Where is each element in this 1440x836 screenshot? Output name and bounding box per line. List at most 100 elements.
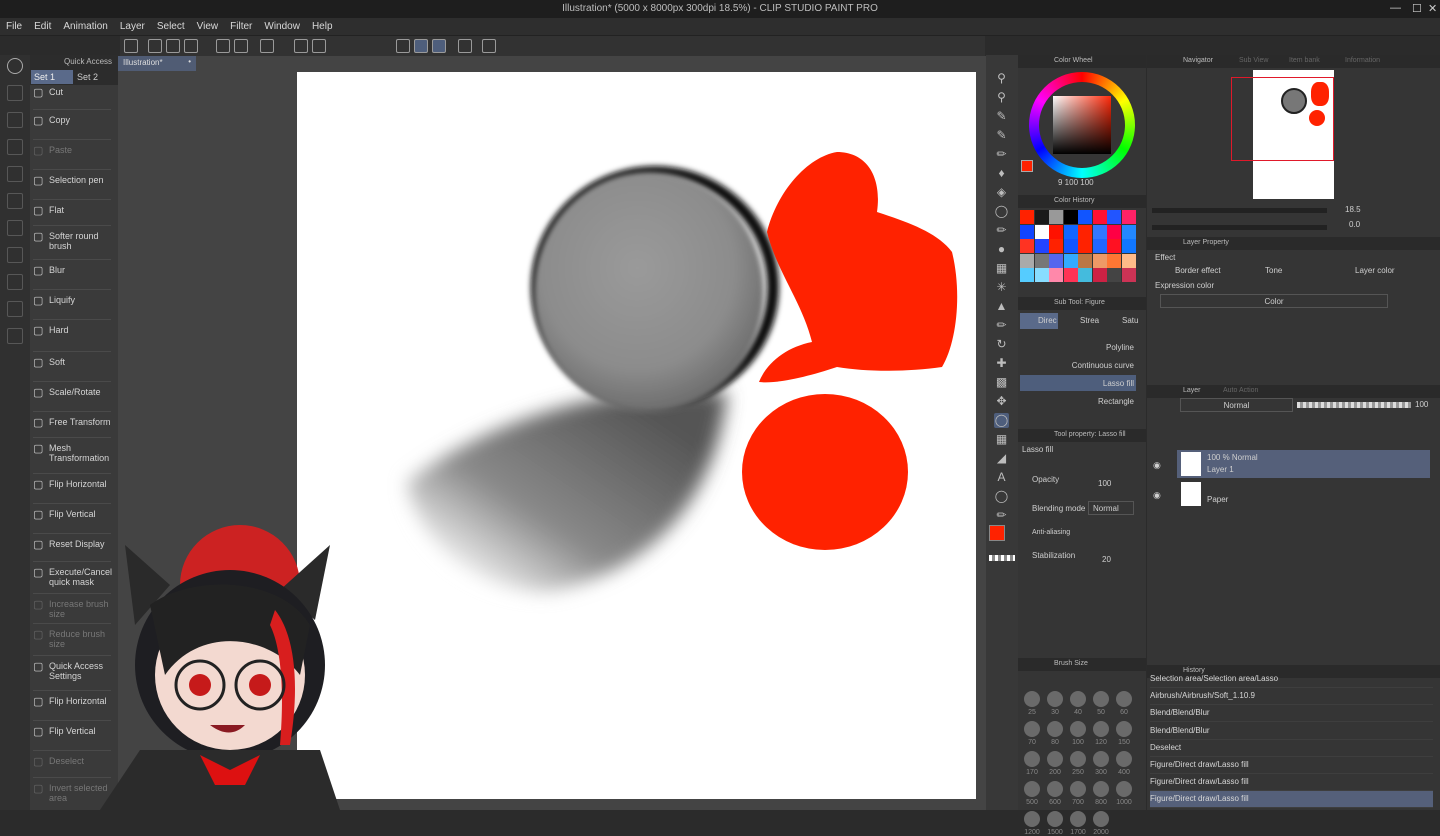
- color-history-swatch[interactable]: [1034, 224, 1049, 239]
- color-history-swatch[interactable]: [1107, 268, 1121, 282]
- menu-file[interactable]: File: [0, 18, 28, 32]
- zoom-icon[interactable]: ⚲: [994, 71, 1009, 86]
- history-item[interactable]: Blend/Blend/Blur: [1150, 705, 1433, 723]
- figure-tool-icon[interactable]: ◯: [994, 413, 1009, 428]
- tab-navigator[interactable]: Navigator: [1183, 57, 1213, 64]
- airbrush-icon[interactable]: ♦: [994, 166, 1009, 181]
- color-history-swatch[interactable]: [1020, 268, 1034, 282]
- fill-icon[interactable]: [294, 39, 308, 53]
- brush-size-preset[interactable]: [1116, 781, 1132, 797]
- text-icon[interactable]: A: [994, 470, 1009, 485]
- sparkle-icon[interactable]: ✳: [994, 280, 1009, 295]
- help-icon[interactable]: [482, 39, 496, 53]
- color-history-swatch[interactable]: [1121, 268, 1136, 282]
- settings-gear-icon[interactable]: [260, 39, 274, 53]
- move-icon[interactable]: ✚: [994, 356, 1009, 371]
- grid-icon[interactable]: ▦: [994, 261, 1009, 276]
- tone-button[interactable]: Tone: [1251, 265, 1333, 279]
- color-history-swatch[interactable]: [1049, 253, 1063, 268]
- brush-size-preset[interactable]: [1116, 721, 1132, 737]
- expression-color-select[interactable]: Color: [1160, 294, 1388, 308]
- layer-opacity-slider[interactable]: [1297, 402, 1411, 408]
- eraser-icon[interactable]: ◈: [994, 185, 1009, 200]
- tab-layer[interactable]: Layer: [1183, 387, 1201, 394]
- brush-tool-icon[interactable]: [432, 39, 446, 53]
- eye-icon[interactable]: ◉: [1153, 460, 1161, 471]
- gradient-icon[interactable]: ▩: [994, 375, 1009, 390]
- menu-layer[interactable]: Layer: [114, 18, 151, 32]
- brush-size-preset[interactable]: [1093, 751, 1109, 767]
- color-history-swatch[interactable]: [1107, 253, 1121, 268]
- brush-size-preset[interactable]: [1070, 691, 1086, 707]
- tab-information[interactable]: Information: [1345, 57, 1380, 64]
- color-history-swatch[interactable]: [1063, 210, 1078, 224]
- color-history-swatch[interactable]: [1078, 224, 1092, 239]
- fill-bucket-icon[interactable]: ▲: [994, 299, 1009, 314]
- brush-size-preset[interactable]: [1047, 811, 1063, 827]
- history-item[interactable]: Figure/Direct draw/Lasso fill: [1150, 757, 1433, 774]
- lasso-icon[interactable]: ◯: [994, 204, 1009, 219]
- brush-size-preset[interactable]: [1024, 751, 1040, 767]
- pen-tool-icon[interactable]: [414, 39, 428, 53]
- brush-size-preset[interactable]: [1047, 751, 1063, 767]
- history-item[interactable]: Deselect: [1150, 740, 1433, 757]
- layer-opacity-value[interactable]: 100: [1415, 400, 1428, 409]
- tab-set-2[interactable]: Set 2: [74, 70, 116, 84]
- brush-size-preset[interactable]: [1070, 721, 1086, 737]
- brush-icon[interactable]: ✏: [994, 147, 1009, 162]
- color-history-swatch[interactable]: [1049, 268, 1063, 282]
- panel-icon[interactable]: [7, 247, 23, 263]
- ruler-icon[interactable]: ◢: [994, 451, 1009, 466]
- color-history-swatch[interactable]: [1049, 210, 1063, 224]
- color-history-swatch[interactable]: [1034, 253, 1049, 268]
- panel-icon[interactable]: [7, 139, 23, 155]
- color-history-swatch[interactable]: [1063, 268, 1078, 282]
- balloon-icon[interactable]: ◯: [994, 489, 1009, 504]
- color-history-swatch[interactable]: [1020, 239, 1034, 253]
- opacity-value[interactable]: 100: [1098, 479, 1111, 488]
- brush-size-preset[interactable]: [1024, 811, 1040, 827]
- tab-sub-view[interactable]: Sub View: [1239, 57, 1268, 64]
- eyedropper-icon[interactable]: ✏: [994, 223, 1009, 238]
- color-history-swatch[interactable]: [1034, 239, 1049, 253]
- color-history-swatch[interactable]: [1020, 224, 1034, 239]
- color-history-swatch[interactable]: [1107, 210, 1121, 224]
- phone-icon[interactable]: [458, 39, 472, 53]
- color-history-swatch[interactable]: [1092, 239, 1107, 253]
- tab-saturate[interactable]: Satu: [1104, 313, 1142, 329]
- color-history-swatch[interactable]: [1092, 210, 1107, 224]
- frame-icon[interactable]: ▦: [994, 432, 1009, 447]
- search-icon[interactable]: [7, 58, 23, 74]
- color-history-swatch[interactable]: [1107, 239, 1121, 253]
- maximize-icon[interactable]: ☐: [1412, 2, 1422, 15]
- menu-animation[interactable]: Animation: [57, 18, 113, 32]
- menu-filter[interactable]: Filter: [224, 18, 258, 32]
- redo-icon[interactable]: [234, 39, 248, 53]
- color-history-swatch[interactable]: [1092, 268, 1107, 282]
- color-history-swatch[interactable]: [1121, 210, 1136, 224]
- color-history-swatch[interactable]: [1020, 253, 1034, 268]
- history-item[interactable]: Blend/Blend/Blur: [1150, 723, 1433, 740]
- menu-window[interactable]: Window: [258, 18, 306, 32]
- panel-icon[interactable]: [7, 274, 23, 290]
- crop-icon[interactable]: [312, 39, 326, 53]
- eye-icon[interactable]: ◉: [1153, 490, 1161, 501]
- menu-select[interactable]: Select: [151, 18, 191, 32]
- move-layer-icon[interactable]: ✥: [994, 394, 1009, 409]
- menu-help[interactable]: Help: [306, 18, 339, 32]
- color-history-swatch[interactable]: [1121, 239, 1136, 253]
- color-history-swatch[interactable]: [1049, 224, 1063, 239]
- brush-size-preset[interactable]: [1093, 781, 1109, 797]
- brush-size-preset[interactable]: [1093, 721, 1109, 737]
- layer-blend-select[interactable]: Normal: [1180, 398, 1293, 412]
- border-effect-button[interactable]: Border effect: [1161, 265, 1243, 279]
- subtool-rectangle[interactable]: Rectangle: [1020, 393, 1136, 409]
- menu-edit[interactable]: Edit: [28, 18, 57, 32]
- color-square[interactable]: [1053, 96, 1111, 154]
- brush-size-preset[interactable]: [1070, 811, 1086, 827]
- color-history-swatch[interactable]: [1020, 210, 1034, 224]
- magnifier-icon[interactable]: ⚲: [994, 90, 1009, 105]
- brush-size-preset[interactable]: [1047, 721, 1063, 737]
- panel-icon[interactable]: [7, 328, 23, 344]
- close-icon[interactable]: ✕: [1428, 2, 1437, 15]
